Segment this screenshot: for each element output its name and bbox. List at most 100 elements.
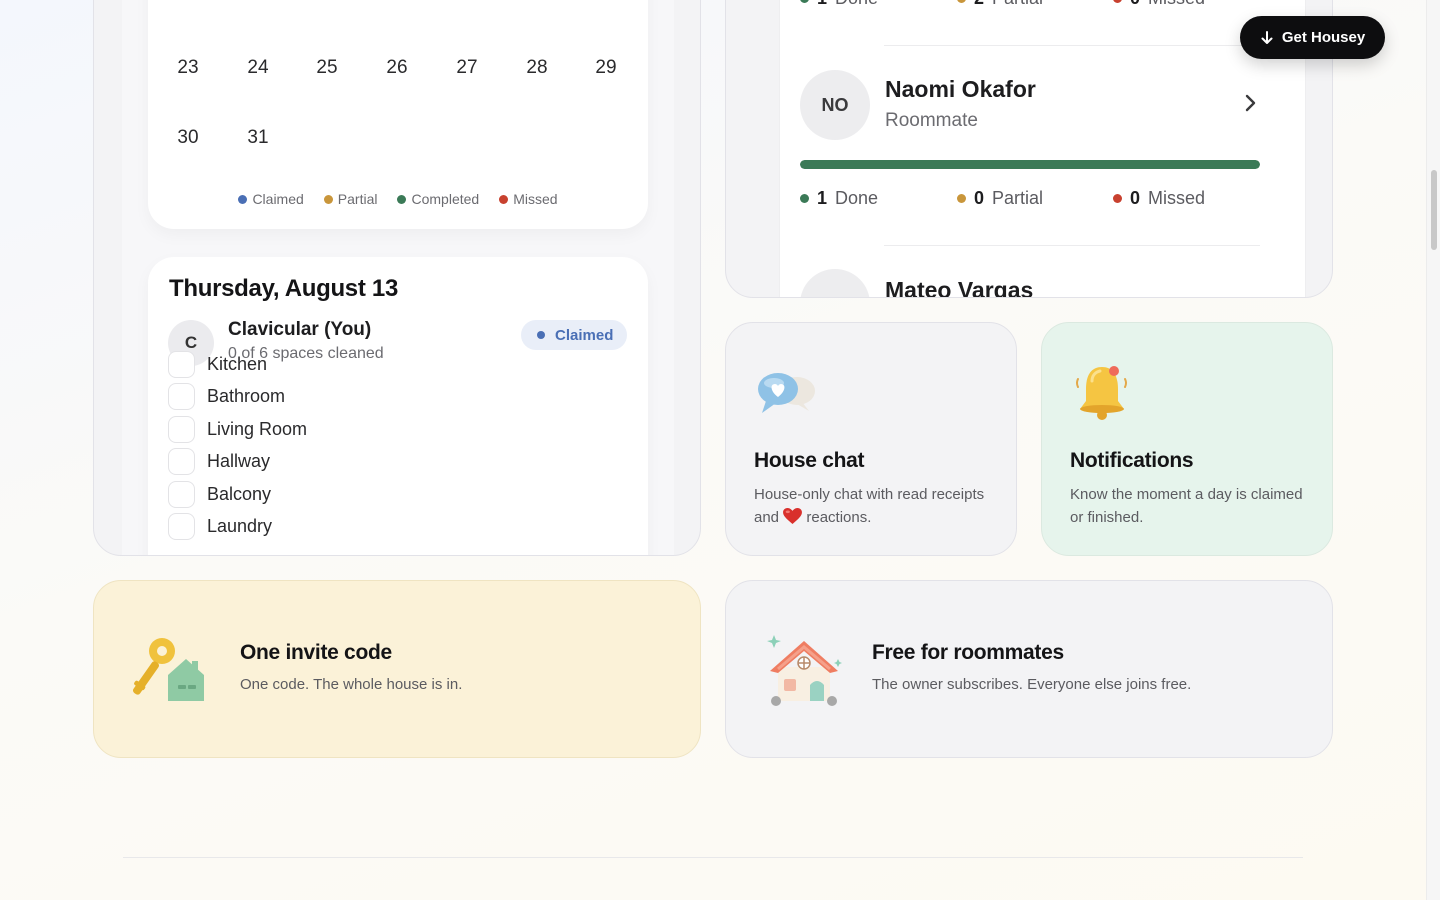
heart-icon <box>783 508 803 525</box>
bell-icon <box>1076 366 1127 420</box>
task-label: Hallway <box>207 451 271 471</box>
progress-fill <box>800 160 1260 169</box>
house-icon <box>767 635 842 706</box>
stat-partial: 0 Partial <box>957 188 1043 209</box>
task-item-bathroom[interactable]: Bathroom <box>168 383 285 410</box>
legend-partial: Partial <box>323 191 378 207</box>
stat-count: 1 <box>817 188 828 208</box>
partial-dot-icon <box>323 194 333 204</box>
calendar-legend: Claimed Partial Completed Missed <box>148 191 648 207</box>
stat-count: 0 <box>1130 0 1140 9</box>
missed-dot-icon <box>1113 0 1122 3</box>
legend-label: Partial <box>337 191 378 207</box>
task-label: Laundry <box>207 516 273 536</box>
stat-partial: 2 Partial <box>957 0 1043 9</box>
legend-label: Claimed <box>252 191 304 207</box>
calendar-week-row: 23 24 25 26 27 28 29 <box>148 48 648 88</box>
phone-screen: 16 17 18 19 20 21 22 23 24 25 26 27 28 2… <box>122 0 674 555</box>
arrow-down-icon <box>1261 30 1273 44</box>
roommate-stats: 1 Done 2 Partial 0 Missed <box>800 0 1260 14</box>
calendar-week-row: 30 31 <box>148 118 648 158</box>
feature-title: House chat <box>754 449 865 472</box>
missed-dot-icon <box>1113 194 1122 203</box>
stat-label: Done <box>835 188 879 208</box>
legend-label: Completed <box>411 191 480 207</box>
stat-count: 2 <box>974 0 984 9</box>
task-checkbox[interactable] <box>168 513 195 540</box>
legend-claimed: Claimed <box>238 191 304 207</box>
divider <box>884 45 1260 46</box>
chat-bubbles-icon <box>758 373 815 413</box>
calendar-day[interactable]: 27 <box>439 48 495 88</box>
stat-label: Missed <box>1148 188 1206 208</box>
feature-free-for-roommates: Free for roommates The owner subscribes.… <box>725 580 1333 758</box>
feature-title: Notifications <box>1070 449 1194 472</box>
task-item-kitchen[interactable]: Kitchen <box>168 351 267 378</box>
calendar-day[interactable]: 31 <box>230 118 286 158</box>
feature-description: House-only chat with read receipts and r… <box>754 483 994 529</box>
stat-label: Partial <box>992 188 1044 208</box>
page-scrollbar[interactable] <box>1426 0 1440 900</box>
roommate-stats: 1 Done 0 Partial 0 Missed <box>800 188 1260 214</box>
stat-label: Partial <box>992 0 1043 9</box>
chevron-right-icon[interactable] <box>1240 93 1260 113</box>
status-badge-label: Claimed <box>555 326 614 344</box>
stat-done: 1 Done <box>800 0 878 9</box>
scrollbar-thumb[interactable] <box>1431 170 1437 250</box>
calendar-day[interactable]: 23 <box>160 48 216 88</box>
task-item-hallway[interactable]: Hallway <box>168 448 270 475</box>
feature-description: One code. The whole house is in. <box>240 676 463 693</box>
get-housey-button[interactable]: Get Housey <box>1240 16 1385 59</box>
claimed-dot-icon <box>238 194 248 204</box>
task-label: Balcony <box>207 484 272 504</box>
roommate-role: Roommate <box>885 110 978 131</box>
task-item-balcony[interactable]: Balcony <box>168 481 271 508</box>
feature-house-chat: House chat House-only chat with read rec… <box>725 322 1017 556</box>
done-dot-icon <box>800 194 809 203</box>
stat-missed: 0 Missed <box>1113 0 1205 9</box>
feature-title: Free for roommates <box>872 641 1064 664</box>
get-housey-label: Get Housey <box>1281 29 1366 46</box>
stat-done: 1 Done <box>800 188 878 209</box>
task-label: Living Room <box>207 419 308 439</box>
task-checkbox[interactable] <box>168 448 195 475</box>
phone-screen: 1 Done 2 Partial 0 Missed NO Naomi Okafo… <box>779 0 1306 297</box>
roommate-progress-bar <box>800 160 1260 169</box>
legend-missed: Missed <box>499 191 558 207</box>
calendar-showcase-card: 16 17 18 19 20 21 22 23 24 25 26 27 28 2… <box>93 0 701 556</box>
task-checkbox[interactable] <box>168 351 195 378</box>
claimed-dot-icon <box>537 331 545 339</box>
feature-description: Know the moment a day is claimed or fini… <box>1070 486 1303 526</box>
day-title: Thursday, August 13 <box>169 275 399 302</box>
task-checkbox[interactable] <box>168 481 195 508</box>
calendar-day[interactable]: 29 <box>578 48 634 88</box>
roommate-name[interactable]: Mateo Vargas <box>885 277 1033 297</box>
completed-dot-icon <box>397 194 407 204</box>
stat-label: Missed <box>1148 0 1205 9</box>
avatar <box>800 269 870 297</box>
calendar-day[interactable]: 24 <box>230 48 286 88</box>
stat-count: 0 <box>1130 188 1141 208</box>
missed-dot-icon <box>499 194 509 204</box>
task-checkbox[interactable] <box>168 416 195 443</box>
feature-notifications: Notifications Know the moment a day is c… <box>1041 322 1333 556</box>
task-item-laundry[interactable]: Laundry <box>168 513 272 540</box>
stat-count: 1 <box>817 0 827 9</box>
calendar-day[interactable]: 28 <box>509 48 565 88</box>
roommate-name[interactable]: Naomi Okafor <box>885 76 1036 103</box>
member-name: Clavicular (You) <box>228 319 372 340</box>
task-label: Bathroom <box>207 386 286 406</box>
calendar-day[interactable]: 25 <box>299 48 355 88</box>
key-house-icon <box>133 638 204 701</box>
calendar-day[interactable]: 26 <box>369 48 425 88</box>
calendar-day[interactable]: 30 <box>160 118 216 158</box>
day-detail-panel: Thursday, August 13 C Clavicular (You) 0… <box>148 257 648 555</box>
done-dot-icon <box>800 0 809 3</box>
page: 16 17 18 19 20 21 22 23 24 25 26 27 28 2… <box>0 0 1426 900</box>
legend-label: Missed <box>513 191 558 207</box>
avatar: NO <box>800 70 870 140</box>
task-item-living-room[interactable]: Living Room <box>168 416 307 443</box>
feature-title: One invite code <box>240 641 392 664</box>
partial-dot-icon <box>957 194 966 203</box>
task-checkbox[interactable] <box>168 383 195 410</box>
